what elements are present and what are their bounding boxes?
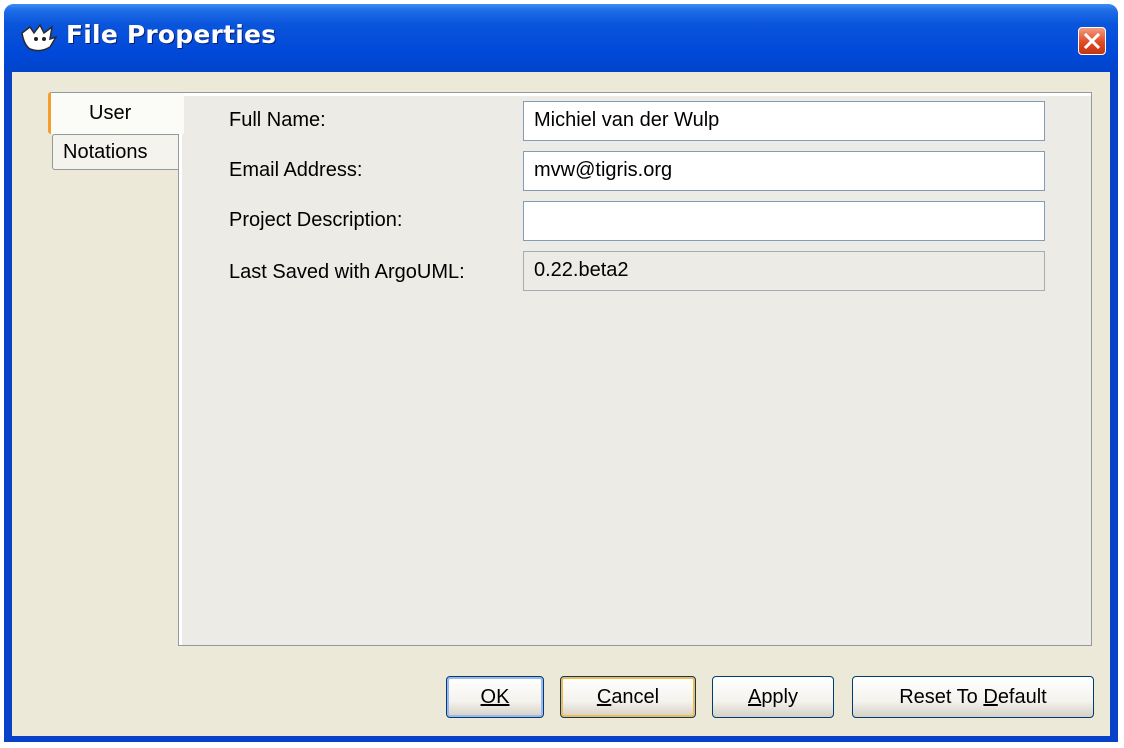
- ok-button[interactable]: OK: [446, 676, 544, 718]
- close-button[interactable]: [1078, 27, 1106, 55]
- full-name-field[interactable]: Michiel van der Wulp: [523, 101, 1045, 141]
- email-field[interactable]: mvw@tigris.org: [523, 151, 1045, 191]
- project-description-field[interactable]: [523, 201, 1045, 241]
- apply-button-label: Apply: [747, 686, 799, 708]
- window-title: File Properties: [66, 20, 277, 49]
- tab-user[interactable]: User: [48, 92, 184, 134]
- dialog-content: User Notations Full Name: Michiel van de…: [12, 72, 1110, 736]
- tab-notations-label: Notations: [63, 141, 148, 163]
- user-tab-panel: Full Name: Michiel van der Wulp Email Ad…: [178, 92, 1092, 646]
- apply-button[interactable]: Apply: [712, 676, 834, 718]
- close-icon: [1083, 32, 1101, 50]
- email-label: Email Address:: [229, 159, 363, 181]
- argouml-icon: [21, 23, 58, 52]
- tab-user-label: User: [89, 102, 132, 124]
- file-properties-dialog: File Properties User Notations Full Name…: [4, 4, 1118, 742]
- cancel-button-label: Cancel: [596, 686, 660, 708]
- reset-to-default-button[interactable]: Reset To Default: [852, 676, 1094, 718]
- tab-notations[interactable]: Notations: [52, 134, 180, 170]
- reset-to-default-button-label: Reset To Default: [899, 686, 1047, 708]
- title-bar[interactable]: File Properties: [4, 4, 1118, 72]
- full-name-label: Full Name:: [229, 109, 326, 131]
- cancel-button[interactable]: Cancel: [560, 676, 696, 718]
- last-saved-field: 0.22.beta2: [523, 251, 1045, 291]
- ok-button-label: OK: [480, 686, 510, 708]
- last-saved-label: Last Saved with ArgoUML:: [229, 261, 465, 283]
- project-description-label: Project Description:: [229, 209, 403, 231]
